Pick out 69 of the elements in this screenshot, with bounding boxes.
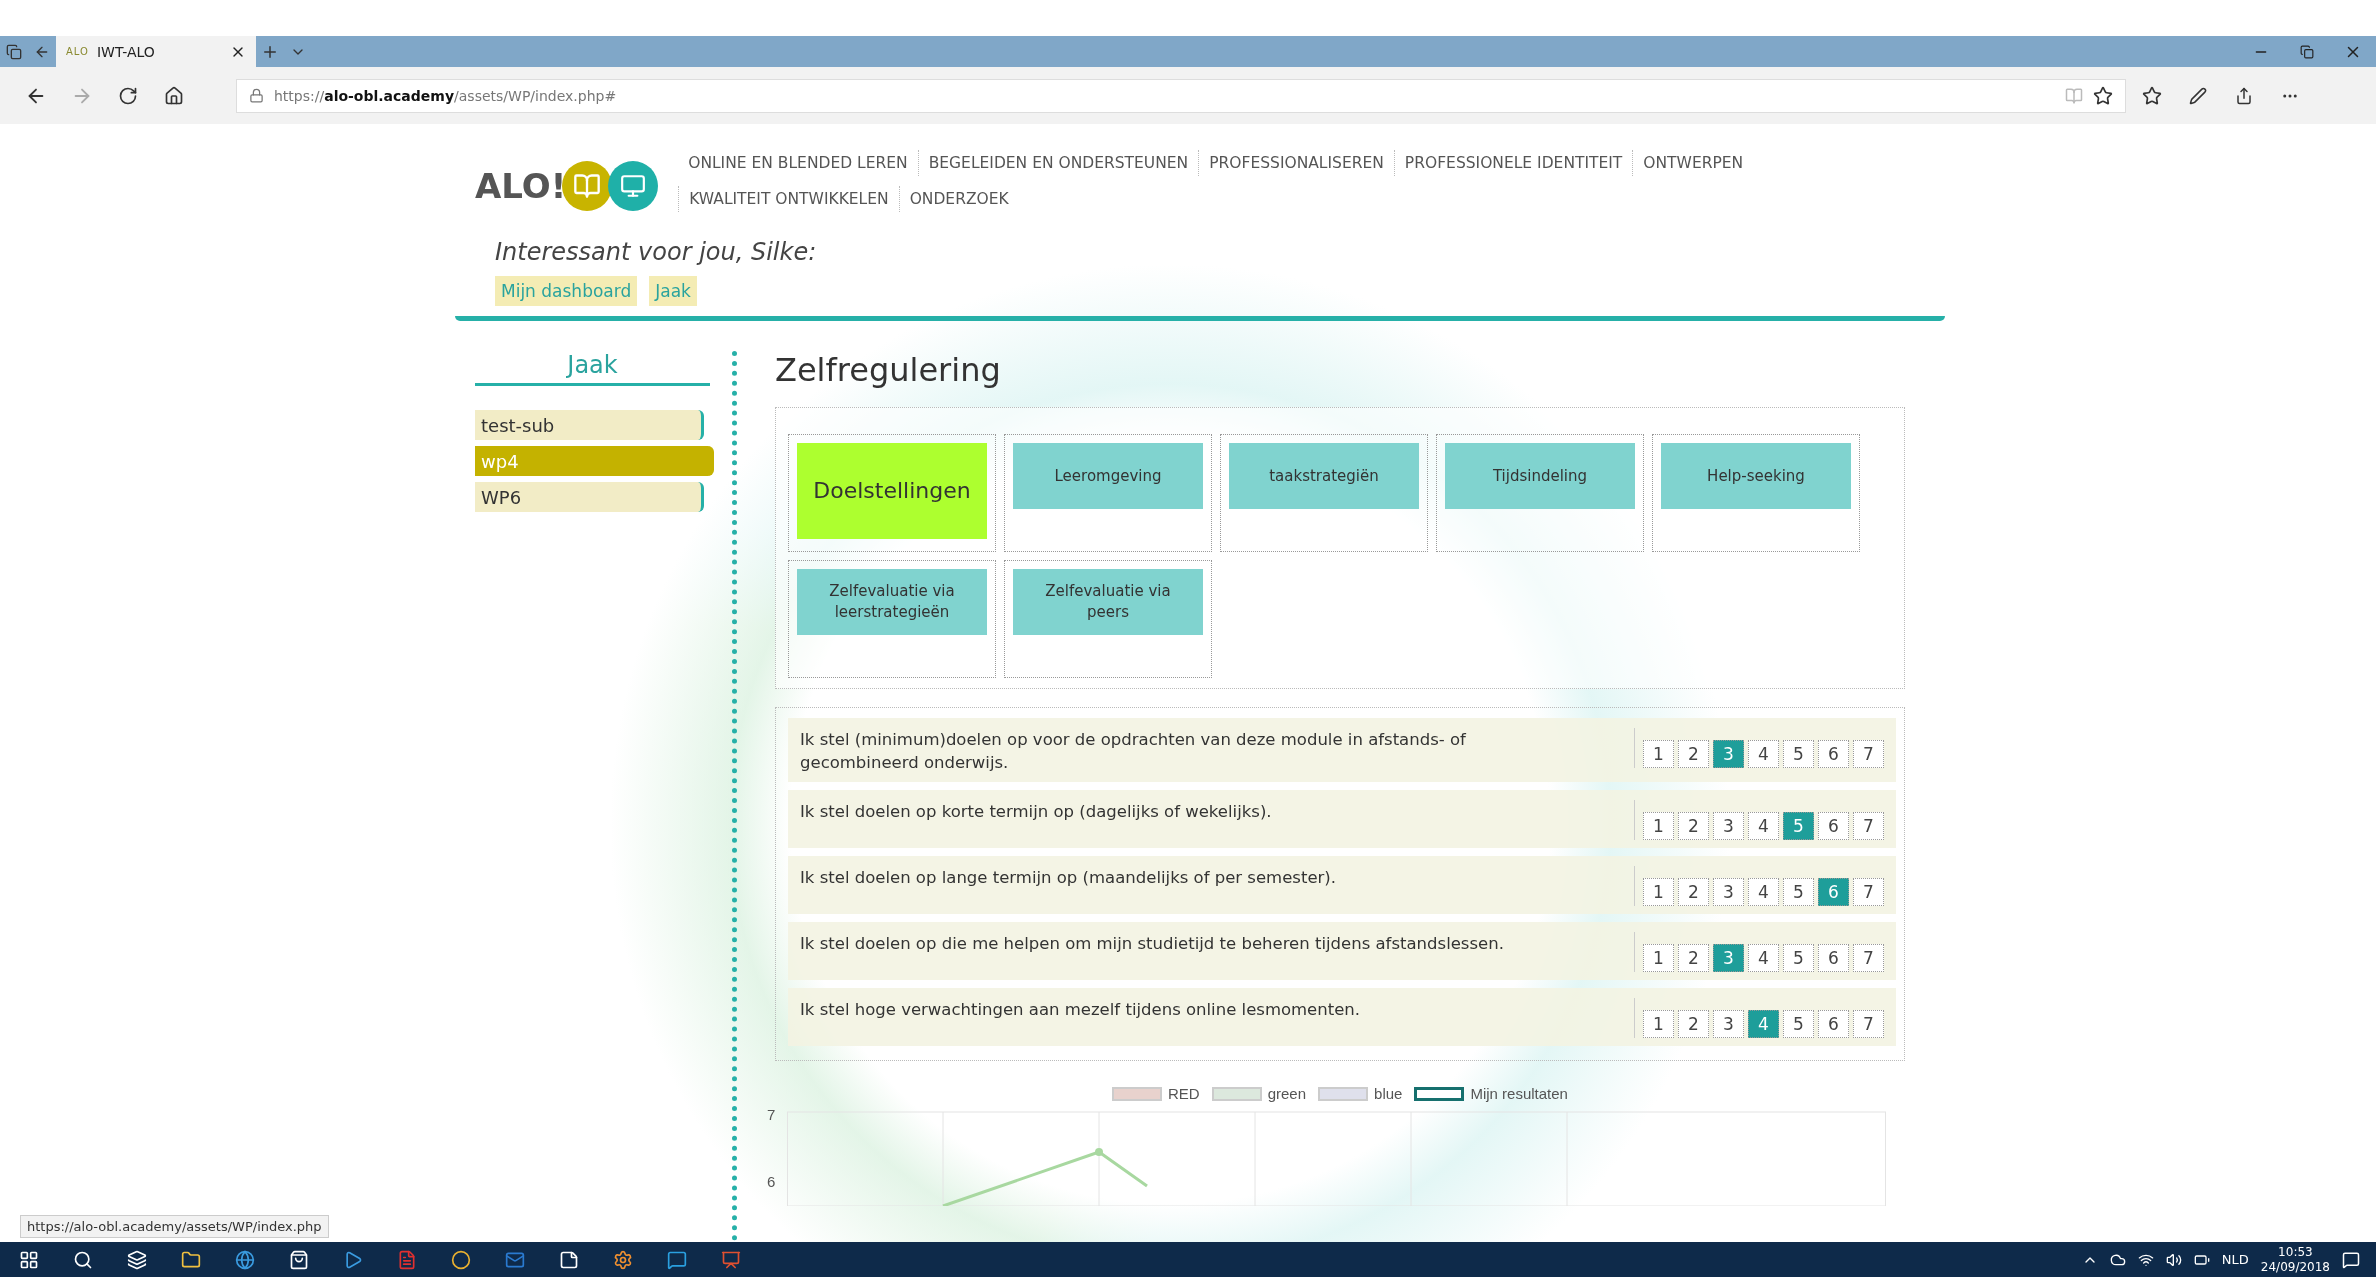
category-button[interactable]: Leeromgeving xyxy=(1013,443,1203,509)
rating-option[interactable]: 4 xyxy=(1748,812,1779,841)
rating-option[interactable]: 7 xyxy=(1853,944,1884,973)
question-text: Ik stel (minimum)doelen op voor de opdrachten van deze module in afstands- of gecombineerd onderwijs. xyxy=(800,729,1467,775)
category-button[interactable]: Doelstellingen xyxy=(797,443,987,539)
address-bar[interactable]: https://alo-obl.academy/assets/WP/index.php# xyxy=(236,78,2126,113)
rating-option[interactable]: 1 xyxy=(1643,1010,1674,1039)
question-text: Ik stel doelen op lange termijn op (maandelijks of per semester). xyxy=(800,867,1337,890)
rating-option[interactable]: 1 xyxy=(1643,878,1674,907)
site-logo-text: ALO! xyxy=(475,166,567,206)
rating-option[interactable]: 7 xyxy=(1853,1010,1884,1039)
browser-tab[interactable]: ALO IWT-ALO xyxy=(56,36,256,67)
rating-option[interactable]: 7 xyxy=(1853,740,1884,768)
rating-option[interactable]: 4 xyxy=(1748,740,1779,768)
rating-option[interactable]: 2 xyxy=(1678,878,1709,907)
rating-option[interactable]: 4 xyxy=(1748,944,1779,973)
rating-option[interactable]: 1 xyxy=(1643,740,1674,768)
greeting-text: Interessant voor jou, Silke: xyxy=(495,238,818,266)
rating-option[interactable]: 1 xyxy=(1643,944,1674,973)
category-button[interactable]: Tijdsindeling xyxy=(1445,443,1635,509)
rating-option[interactable]: 5 xyxy=(1783,878,1814,907)
tab-title: IWT-ALO xyxy=(96,43,156,60)
section-title: Zelfregulering xyxy=(775,351,1002,389)
legend-label: Mijn resultaten xyxy=(1470,1085,1568,1103)
clock[interactable]: 10:53 24/09/2018 xyxy=(2260,1245,2330,1274)
category-button[interactable]: Zelfevaluatie via leerstrategieën xyxy=(797,569,987,635)
rating-option[interactable]: 5 xyxy=(1783,944,1814,973)
legend-label: green xyxy=(1267,1085,1307,1103)
rating-option[interactable]: 2 xyxy=(1678,944,1709,973)
nav-link[interactable]: PROFESSIONELE IDENTITEIT xyxy=(1393,150,1633,176)
category-button[interactable]: Zelfevaluatie via peers xyxy=(1013,569,1203,635)
question-text: Ik stel hoge verwachtingen aan mezelf tijdens online lesmomenten. xyxy=(800,999,1362,1022)
rating-option[interactable]: 3 xyxy=(1713,812,1744,841)
rating-option[interactable]: 7 xyxy=(1853,812,1884,841)
question-text: Ik stel doelen op die me helpen om mijn studietijd te beheren tijdens afstandslessen. xyxy=(800,933,1505,956)
rating-option[interactable]: 6 xyxy=(1818,944,1849,973)
rating-option[interactable]: 5 xyxy=(1783,1010,1814,1039)
language-indicator[interactable]: NLD xyxy=(2221,1252,2249,1267)
rating-option[interactable]: 3 xyxy=(1713,878,1744,907)
rating-option[interactable]: 5 xyxy=(1783,740,1814,768)
legend-label: blue xyxy=(1374,1085,1403,1103)
rating-option[interactable]: 1 xyxy=(1643,812,1674,841)
sidebar-title: Jaak xyxy=(475,351,710,386)
sidebar-item[interactable]: WP6 xyxy=(475,482,704,512)
favicon-text: ALO xyxy=(66,46,89,57)
rating-option[interactable]: 7 xyxy=(1853,878,1884,907)
rating-option[interactable]: 4 xyxy=(1748,878,1779,907)
category-button[interactable]: Help-seeking xyxy=(1661,443,1851,509)
rating-option[interactable]: 2 xyxy=(1678,1010,1709,1039)
nav-link[interactable]: ONDERZOEK xyxy=(898,186,1019,212)
category-button[interactable]: taakstrategiën xyxy=(1229,443,1419,509)
rating-option[interactable]: 3 xyxy=(1713,1010,1744,1039)
rating-option[interactable]: 2 xyxy=(1678,740,1709,768)
status-url-text: https://alo-obl.academy/assets/WP/index.php xyxy=(20,1215,329,1238)
nav-link[interactable]: PROFESSIONALISEREN xyxy=(1198,150,1394,176)
nav-link[interactable]: ONTWERPEN xyxy=(1632,150,1754,176)
sidebar-item[interactable]: test-sub xyxy=(475,410,704,440)
nav-link[interactable]: KWALITEIT ONTWIKKELEN xyxy=(678,186,899,212)
rating-option[interactable]: 6 xyxy=(1818,812,1849,841)
legend-label: RED xyxy=(1168,1085,1200,1103)
rating-option[interactable]: 6 xyxy=(1818,740,1849,768)
rating-option[interactable]: 2 xyxy=(1678,812,1709,841)
rating-option[interactable]: 6 xyxy=(1818,1010,1849,1039)
axis-tick-label: 7 xyxy=(767,1106,777,1124)
url-text: https://alo-obl.academy/assets/WP/index.php# xyxy=(274,87,618,104)
nav-link[interactable]: BEGELEIDEN EN ONDERSTEUNEN xyxy=(917,150,1199,176)
nav-link[interactable]: ONLINE EN BLENDED LEREN xyxy=(678,150,918,176)
question-text: Ik stel doelen op korte termijn op (dagelijks of wekelijks). xyxy=(800,801,1273,824)
axis-tick-label: 6 xyxy=(767,1173,777,1191)
